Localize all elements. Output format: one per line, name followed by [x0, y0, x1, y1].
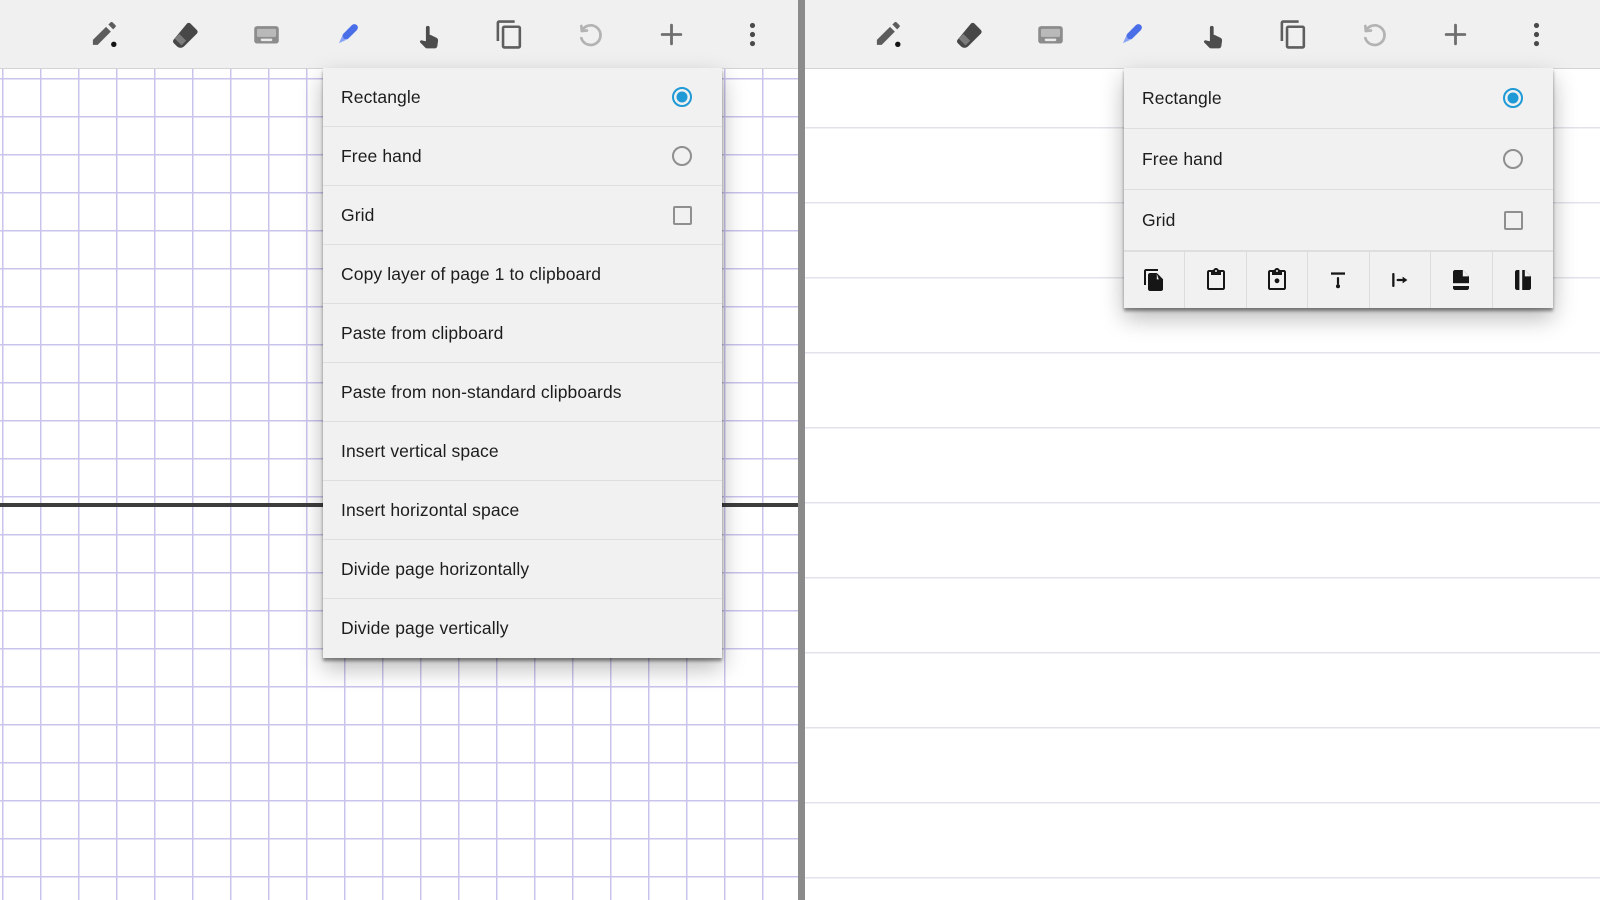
- marker-tool-icon[interactable]: [329, 16, 365, 52]
- eraser-tool-icon[interactable]: [167, 16, 203, 52]
- eraser-tool-icon[interactable]: [952, 16, 988, 52]
- radio-rectangle[interactable]: [1503, 88, 1523, 108]
- menu-item-label: Insert horizontal space: [341, 500, 704, 521]
- insert-horizontal-space-icon[interactable]: [1369, 252, 1430, 308]
- menu-item-grid[interactable]: Grid: [1124, 190, 1553, 251]
- menu-item-label: Divide page horizontally: [341, 559, 704, 580]
- menu-item-free-hand[interactable]: Free hand: [323, 127, 722, 186]
- menu-item-free-hand[interactable]: Free hand: [1124, 129, 1553, 190]
- pen-options-menu: Rectangle Free hand Grid Copy layer of p…: [323, 68, 722, 658]
- menu-item-label: Free hand: [1142, 149, 1503, 170]
- menu-item-label: Insert vertical space: [341, 441, 704, 462]
- menu-item-label: Paste from non-standard clipboards: [341, 382, 704, 403]
- checkbox-grid[interactable]: [673, 206, 692, 225]
- marker-tool-icon[interactable]: [1114, 16, 1150, 52]
- pages-tool-icon[interactable]: [491, 16, 527, 52]
- pen-tool-icon[interactable]: [871, 16, 907, 52]
- menu-item-rectangle[interactable]: Rectangle: [1124, 68, 1553, 129]
- menu-item-label: Divide page vertically: [341, 618, 704, 639]
- menu-item-rectangle[interactable]: Rectangle: [323, 68, 722, 127]
- radio-free-hand[interactable]: [672, 146, 692, 166]
- app-comparison-screenshot: Rectangle Free hand Grid Copy layer of p…: [0, 0, 1600, 900]
- pages-tool-icon[interactable]: [1276, 16, 1312, 52]
- paste-special-icon[interactable]: [1246, 252, 1307, 308]
- menu-item-label: Grid: [1142, 210, 1504, 231]
- menu-item-grid[interactable]: Grid: [323, 186, 722, 245]
- keyboard-tool-icon[interactable]: [1033, 16, 1069, 52]
- left-screenshot-pane: Rectangle Free hand Grid Copy layer of p…: [0, 0, 798, 900]
- overflow-menu-icon[interactable]: [1519, 16, 1555, 52]
- overflow-menu-icon[interactable]: [734, 16, 770, 52]
- copy-layer-icon[interactable]: [1124, 252, 1184, 308]
- menu-item-insert-vertical-space[interactable]: Insert vertical space: [323, 422, 722, 481]
- menu-item-paste[interactable]: Paste from clipboard: [323, 304, 722, 363]
- undo-icon[interactable]: [1357, 16, 1393, 52]
- pen-options-menu-compact: Rectangle Free hand Grid: [1124, 68, 1553, 308]
- menu-icon-action-row: [1124, 251, 1553, 308]
- menu-item-copy-layer[interactable]: Copy layer of page 1 to clipboard: [323, 245, 722, 304]
- menu-item-label: Free hand: [341, 146, 672, 167]
- add-page-icon[interactable]: [1438, 16, 1474, 52]
- menu-item-divide-vertically[interactable]: Divide page vertically: [323, 599, 722, 658]
- menu-item-paste-non-standard[interactable]: Paste from non-standard clipboards: [323, 363, 722, 422]
- menu-item-label: Paste from clipboard: [341, 323, 704, 344]
- menu-item-label: Grid: [341, 205, 673, 226]
- keyboard-tool-icon[interactable]: [248, 16, 284, 52]
- hand-tool-icon[interactable]: [410, 16, 446, 52]
- menu-item-label: Rectangle: [341, 87, 672, 108]
- insert-vertical-space-icon[interactable]: [1307, 252, 1368, 308]
- add-page-icon[interactable]: [653, 16, 689, 52]
- right-screenshot-pane: Rectangle Free hand Grid: [805, 0, 1600, 900]
- radio-free-hand[interactable]: [1503, 149, 1523, 169]
- menu-item-divide-horizontally[interactable]: Divide page horizontally: [323, 540, 722, 599]
- menu-item-label: Rectangle: [1142, 88, 1503, 109]
- paste-icon[interactable]: [1184, 252, 1245, 308]
- menu-item-insert-horizontal-space[interactable]: Insert horizontal space: [323, 481, 722, 540]
- toolbar: [0, 0, 798, 69]
- hand-tool-icon[interactable]: [1195, 16, 1231, 52]
- pen-tool-icon[interactable]: [86, 16, 122, 52]
- undo-icon[interactable]: [572, 16, 608, 52]
- toolbar: [805, 0, 1600, 69]
- checkbox-grid[interactable]: [1504, 211, 1523, 230]
- divide-page-horizontally-icon[interactable]: [1430, 252, 1491, 308]
- screenshot-divider: [798, 0, 805, 900]
- radio-rectangle[interactable]: [672, 87, 692, 107]
- menu-item-label: Copy layer of page 1 to clipboard: [341, 264, 704, 285]
- divide-page-vertically-icon[interactable]: [1492, 252, 1553, 308]
